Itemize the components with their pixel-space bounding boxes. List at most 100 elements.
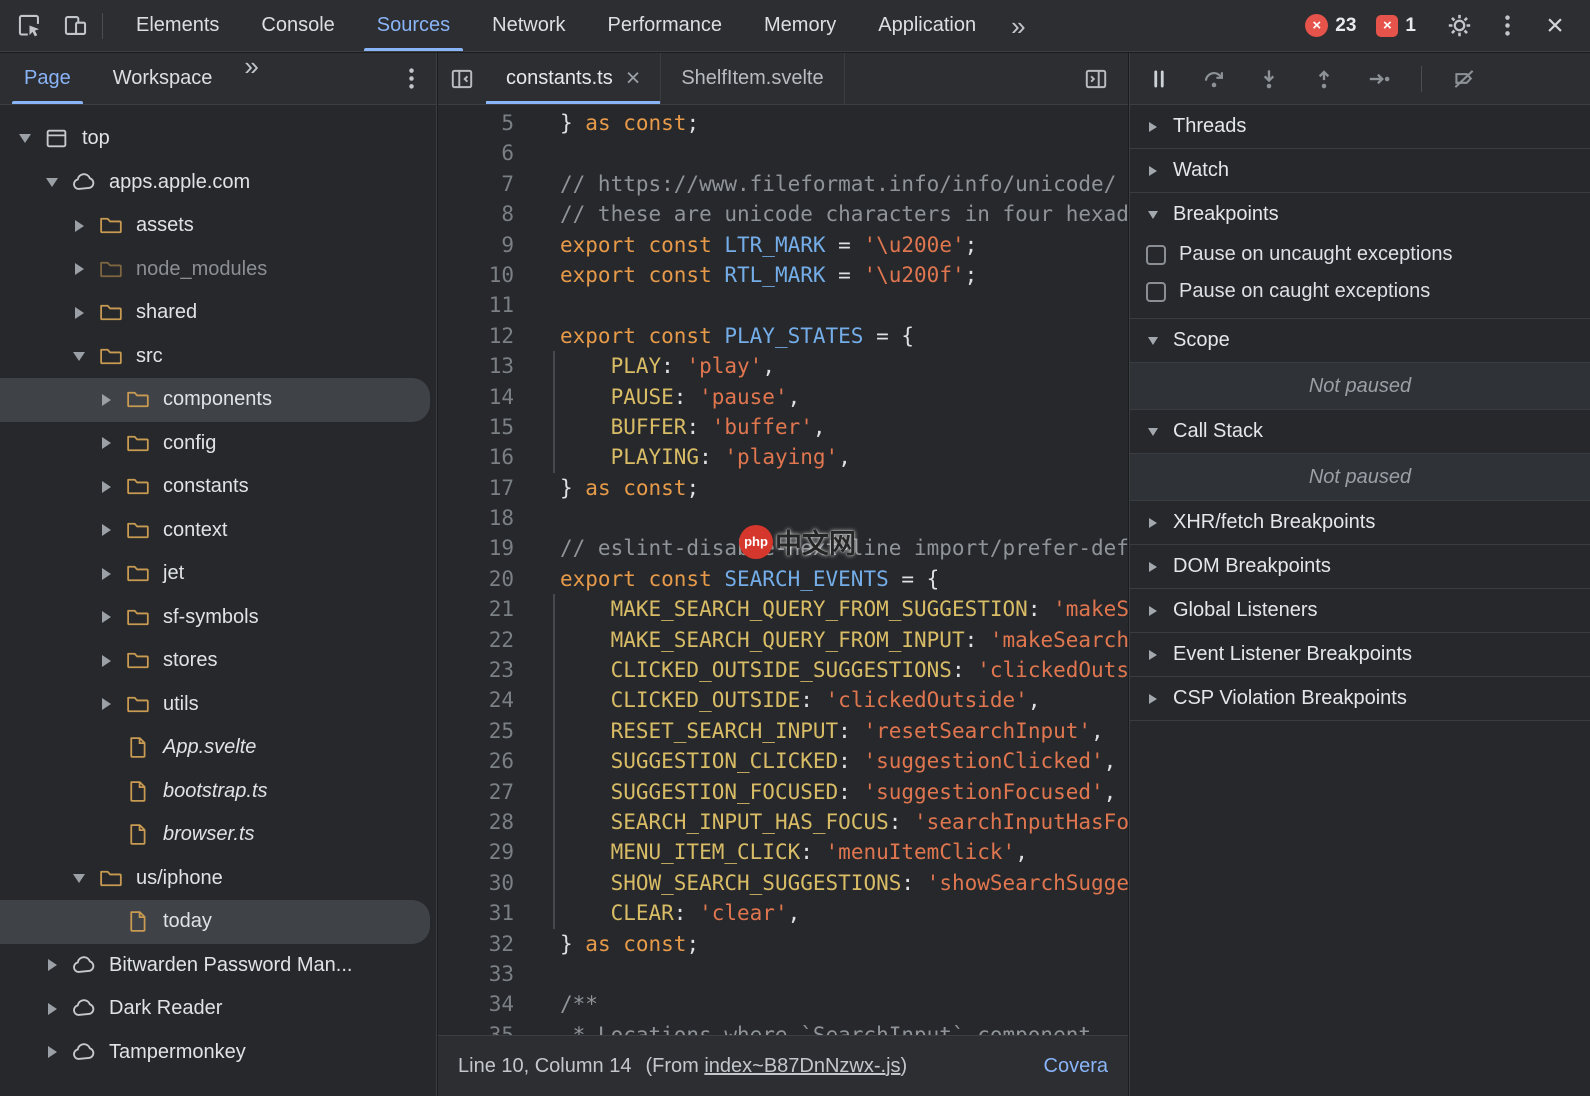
devtools-tab-console[interactable]: Console xyxy=(240,0,355,51)
tree-item-shared[interactable]: shared xyxy=(0,291,436,335)
code-text[interactable]: CLICKED_OUTSIDE_SUGGESTIONS: 'clickedOut… xyxy=(560,655,1128,685)
section-header-call-stack[interactable]: Call Stack xyxy=(1130,410,1590,453)
expander-icon[interactable] xyxy=(95,432,117,454)
expander-icon[interactable] xyxy=(14,128,36,150)
tree-item-stores[interactable]: stores xyxy=(0,639,436,683)
line-number[interactable]: 28 xyxy=(438,807,514,837)
line-number[interactable]: 9 xyxy=(438,230,514,260)
more-navigator-tabs-icon[interactable]: » xyxy=(230,53,272,104)
tree-item-us-iphone[interactable]: us/iphone xyxy=(0,857,436,901)
tree-item-top[interactable]: top xyxy=(0,117,436,161)
step-into-icon[interactable] xyxy=(1256,66,1282,92)
code-text[interactable]: SEARCH_INPUT_HAS_FOCUS: 'searchInputHasF… xyxy=(560,807,1128,837)
code-text[interactable]: BUFFER: 'buffer', xyxy=(560,412,1128,442)
device-toolbar-icon[interactable] xyxy=(60,11,90,41)
expander-icon[interactable] xyxy=(68,345,90,367)
error-count-badge[interactable]: × 23 xyxy=(1305,14,1356,37)
code-text[interactable]: MENU_ITEM_CLICK: 'menuItemClick', xyxy=(560,837,1128,867)
expander-icon[interactable] xyxy=(95,650,117,672)
code-text[interactable] xyxy=(560,959,1128,989)
line-number[interactable]: 16 xyxy=(438,442,514,472)
line-number[interactable]: 14 xyxy=(438,382,514,412)
tree-item-sf-symbols[interactable]: sf-symbols xyxy=(0,596,436,640)
devtools-tab-memory[interactable]: Memory xyxy=(743,0,857,51)
expander-icon[interactable] xyxy=(95,563,117,585)
checkbox[interactable] xyxy=(1146,282,1166,302)
step-out-icon[interactable] xyxy=(1311,66,1337,92)
code-text[interactable]: * Locations where `SearchInput` componen… xyxy=(560,1020,1128,1035)
line-number[interactable]: 32 xyxy=(438,929,514,959)
code-text[interactable]: // these are unicode characters in four … xyxy=(560,199,1128,229)
tree-item-context[interactable]: context xyxy=(0,509,436,553)
checkbox[interactable] xyxy=(1146,245,1166,265)
devtools-tab-elements[interactable]: Elements xyxy=(115,0,240,51)
devtools-tab-performance[interactable]: Performance xyxy=(587,0,744,51)
inspect-element-icon[interactable] xyxy=(14,11,44,41)
line-number[interactable]: 20 xyxy=(438,564,514,594)
code-text[interactable]: CLICKED_OUTSIDE: 'clickedOutside', xyxy=(560,685,1128,715)
code-text[interactable]: PLAY: 'play', xyxy=(560,351,1128,381)
expander-icon[interactable] xyxy=(95,693,117,715)
code-text[interactable]: CLEAR: 'clear', xyxy=(560,898,1128,928)
line-number[interactable]: 24 xyxy=(438,685,514,715)
section-header-threads[interactable]: Threads xyxy=(1130,105,1590,148)
code-text[interactable]: SUGGESTION_CLICKED: 'suggestionClicked', xyxy=(560,746,1128,776)
more-panels-icon[interactable]: » xyxy=(997,13,1039,39)
line-number[interactable]: 15 xyxy=(438,412,514,442)
code-text[interactable]: } as const; xyxy=(560,929,1128,959)
code-text[interactable] xyxy=(560,290,1128,320)
expander-icon[interactable] xyxy=(68,302,90,324)
devtools-tab-sources[interactable]: Sources xyxy=(356,0,471,51)
tree-item-src[interactable]: src xyxy=(0,335,436,379)
line-number[interactable]: 12 xyxy=(438,321,514,351)
section-header-watch[interactable]: Watch xyxy=(1130,149,1590,192)
line-number[interactable]: 11 xyxy=(438,290,514,320)
tree-item-bitwarden-password-man[interactable]: Bitwarden Password Man... xyxy=(0,944,436,988)
code-text[interactable]: SHOW_SEARCH_SUGGESTIONS: 'showSearchSugg… xyxy=(560,868,1128,898)
expander-icon[interactable] xyxy=(41,998,63,1020)
tree-item-browser-ts[interactable]: browser.ts xyxy=(0,813,436,857)
line-number[interactable]: 31 xyxy=(438,898,514,928)
deactivate-breakpoints-icon[interactable] xyxy=(1451,66,1477,92)
line-number[interactable]: 21 xyxy=(438,594,514,624)
line-number[interactable]: 6 xyxy=(438,138,514,168)
section-header-xhr-fetch-breakpoints[interactable]: XHR/fetch Breakpoints xyxy=(1130,501,1590,544)
step-over-icon[interactable] xyxy=(1201,66,1227,92)
code-text[interactable]: MAKE_SEARCH_QUERY_FROM_SUGGESTION: 'make… xyxy=(560,594,1128,624)
settings-gear-icon[interactable] xyxy=(1444,11,1474,41)
tree-item-config[interactable]: config xyxy=(0,422,436,466)
code-text[interactable] xyxy=(560,138,1128,168)
expander-icon[interactable] xyxy=(95,606,117,628)
tree-item-assets[interactable]: assets xyxy=(0,204,436,248)
code-text[interactable]: RESET_SEARCH_INPUT: 'resetSearchInput', xyxy=(560,716,1128,746)
line-number[interactable]: 34 xyxy=(438,989,514,1019)
code-text[interactable]: export const SEARCH_EVENTS = { xyxy=(560,564,1128,594)
code-editor[interactable]: 5} as const;67// https://www.fileformat.… xyxy=(438,106,1128,1035)
code-text[interactable]: /** xyxy=(560,989,1128,1019)
coverage-link[interactable]: Covera xyxy=(1044,1055,1108,1078)
tree-item-node-modules[interactable]: node_modules xyxy=(0,248,436,292)
section-header-csp-violation-breakpoints[interactable]: CSP Violation Breakpoints xyxy=(1130,677,1590,720)
more-options-icon[interactable] xyxy=(1492,11,1522,41)
navigator-menu-icon[interactable] xyxy=(396,64,426,94)
line-number[interactable]: 33 xyxy=(438,959,514,989)
section-header-event-listener-breakpoints[interactable]: Event Listener Breakpoints xyxy=(1130,633,1590,676)
close-devtools-icon[interactable]: × xyxy=(1540,9,1570,43)
line-number[interactable]: 5 xyxy=(438,108,514,138)
line-number[interactable]: 10 xyxy=(438,260,514,290)
line-number[interactable]: 29 xyxy=(438,837,514,867)
close-tab-icon[interactable]: × xyxy=(626,66,641,91)
tree-item-bootstrap-ts[interactable]: bootstrap.ts xyxy=(0,770,436,814)
line-number[interactable]: 25 xyxy=(438,716,514,746)
source-map-link[interactable]: index~B87DnNzwx-.js xyxy=(704,1055,900,1077)
tree-item-utils[interactable]: utils xyxy=(0,683,436,727)
code-text[interactable]: export const LTR_MARK = '\u200e'; xyxy=(560,230,1128,260)
tree-item-components[interactable]: components xyxy=(0,378,430,422)
expander-icon[interactable] xyxy=(41,954,63,976)
code-text[interactable]: export const RTL_MARK = '\u200f'; xyxy=(560,260,1128,290)
code-text[interactable]: } as const; xyxy=(560,108,1128,138)
line-number[interactable]: 26 xyxy=(438,746,514,776)
pause-script-icon[interactable] xyxy=(1146,66,1172,92)
line-number[interactable]: 23 xyxy=(438,655,514,685)
line-number[interactable]: 18 xyxy=(438,503,514,533)
